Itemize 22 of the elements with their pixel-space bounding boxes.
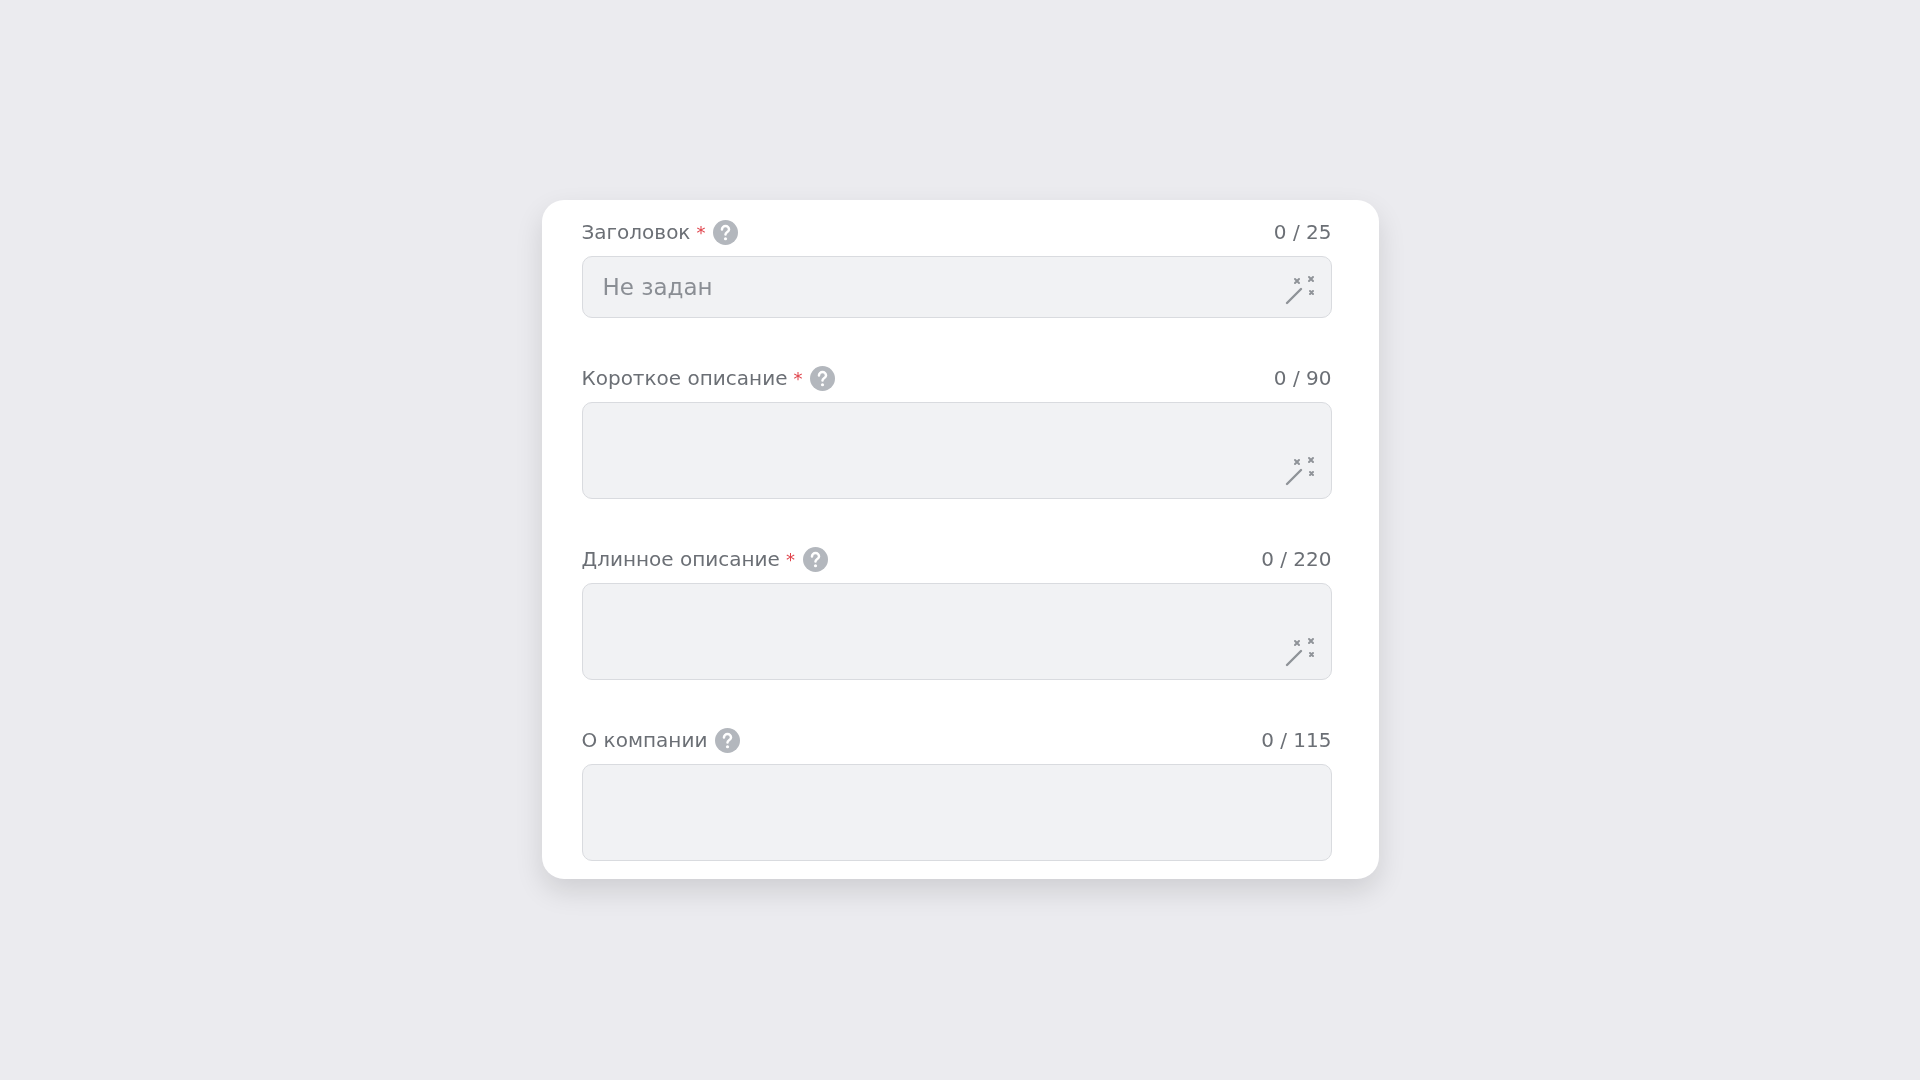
field-label: Короткое описание	[581, 366, 788, 390]
magic-wand-icon[interactable]	[1283, 636, 1316, 668]
help-icon[interactable]	[715, 727, 741, 753]
field-label: О компании	[581, 728, 708, 752]
help-icon[interactable]	[810, 365, 836, 391]
textarea-field[interactable]	[581, 402, 1332, 499]
required-mark: *	[785, 548, 795, 570]
character-counter: 0 / 115	[1261, 728, 1332, 752]
field-label: Заголовок	[581, 220, 691, 244]
help-icon[interactable]	[802, 546, 828, 572]
help-icon[interactable]	[713, 219, 739, 245]
character-counter: 0 / 90	[1273, 366, 1332, 390]
textarea-field[interactable]	[581, 764, 1332, 861]
magic-wand-icon[interactable]	[1283, 455, 1316, 487]
magic-wand-icon[interactable]	[1283, 274, 1316, 306]
character-counter: 0 / 25	[1273, 220, 1332, 244]
field-label: Длинное описание	[581, 547, 780, 571]
required-mark: *	[793, 367, 803, 389]
required-mark: *	[696, 221, 706, 243]
character-counter: 0 / 220	[1261, 547, 1332, 571]
input-field[interactable]: Не задан	[581, 256, 1332, 318]
textarea-field[interactable]	[581, 583, 1332, 680]
